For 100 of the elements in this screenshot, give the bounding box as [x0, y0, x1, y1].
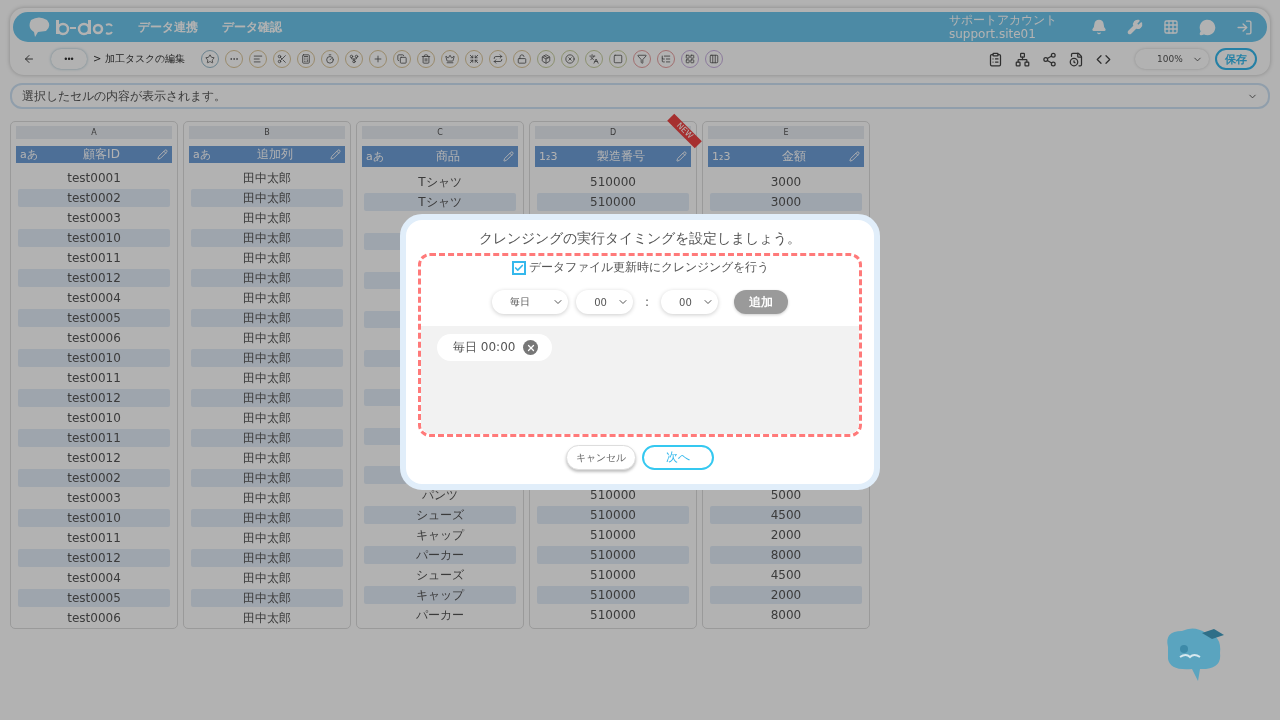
- table-cell: 田中太郎: [191, 309, 343, 327]
- column-header[interactable]: 1₂3 製造番号: [535, 146, 691, 168]
- pencil-icon[interactable]: [849, 151, 860, 163]
- chat-icon[interactable]: [1199, 18, 1216, 36]
- table-cell: 田中太郎: [191, 549, 343, 567]
- table-cell-text: 2000: [769, 526, 803, 544]
- table-cell: test0002: [18, 189, 170, 207]
- pencil-icon[interactable]: [676, 151, 687, 163]
- column-letter: E: [708, 126, 864, 139]
- table-cell-text: 510000: [589, 526, 637, 544]
- cell-content-field[interactable]: 選択したセルの内容が表示されます。: [10, 83, 1270, 109]
- save-button[interactable]: 保存: [1215, 48, 1257, 70]
- table-cell: test0005: [18, 589, 170, 607]
- table-cell: test0002: [18, 469, 170, 487]
- type-label: aあ: [193, 147, 212, 162]
- table-cell: 田中太郎: [191, 189, 343, 207]
- table-cell: test0010: [18, 229, 170, 247]
- table-cell: test0005: [18, 309, 170, 327]
- table-cell: test0011: [18, 429, 170, 447]
- clipboard-icon[interactable]: [988, 51, 1003, 67]
- column-header[interactable]: aあ 商品: [362, 146, 518, 168]
- nav-link[interactable]: データ確認: [222, 18, 282, 36]
- type-label: 1₂3: [712, 150, 732, 164]
- table-cell: test0012: [18, 389, 170, 407]
- cancel-button[interactable]: キャンセル: [566, 445, 636, 470]
- column-name: 追加列: [255, 146, 294, 163]
- logo-icon: [27, 17, 51, 37]
- table-cell-text: 田中太郎: [242, 530, 292, 547]
- table-cell: test0010: [18, 509, 170, 527]
- column-name: 顧客ID: [82, 146, 121, 163]
- logout-icon[interactable]: [1236, 18, 1253, 36]
- back-arrow-icon[interactable]: [23, 53, 35, 65]
- table-cell: 田中太郎: [191, 469, 343, 487]
- share-icon[interactable]: [1042, 51, 1057, 67]
- table-cell-text: test0004: [66, 570, 122, 587]
- table-cell-text: 田中太郎: [242, 570, 292, 587]
- menu-button[interactable]: •••: [51, 49, 87, 69]
- table-cell: 8000: [710, 545, 862, 564]
- checkbox[interactable]: [511, 260, 526, 275]
- table-cell: キャップ: [364, 585, 516, 604]
- logo-wordmark-drawing: [54, 17, 114, 37]
- type-label: aあ: [366, 149, 385, 165]
- table-cell-text: 田中太郎: [242, 370, 292, 387]
- table-cell-text: test0011: [66, 530, 122, 547]
- table-cell: 田中太郎: [191, 389, 343, 407]
- type-label: 1₂3: [539, 150, 559, 164]
- table-cell: 田中太郎: [191, 229, 343, 247]
- schedule-text: 毎日 00:00: [453, 339, 516, 356]
- column-header[interactable]: aあ 顧客ID: [16, 146, 172, 163]
- remove-icon[interactable]: [523, 340, 539, 355]
- type-label: aあ: [20, 147, 39, 162]
- table-cell: 田中太郎: [191, 349, 343, 367]
- wrench-icon[interactable]: [1127, 19, 1143, 35]
- time-select[interactable]: 00: [576, 290, 633, 314]
- table-cell-text: パンツ: [421, 486, 459, 504]
- zoom-select[interactable]: 100%: [1135, 49, 1209, 69]
- table-cell: シューズ: [364, 505, 516, 524]
- table-cell-text: Tシャツ: [417, 174, 463, 192]
- table-cell: Tシャツ: [364, 193, 516, 212]
- table-cell: 2000: [710, 585, 862, 604]
- table-cell-text: 3000: [769, 174, 803, 192]
- table-cell-text: test0003: [66, 490, 122, 507]
- table-cell-text: 田中太郎: [242, 290, 292, 307]
- table-cell: 田中太郎: [191, 429, 343, 447]
- table-cell: test0010: [18, 349, 170, 367]
- table-cell-text: test0001: [66, 170, 122, 187]
- table-cell-text: 田中太郎: [242, 610, 292, 627]
- table-cell: 3000: [710, 193, 862, 212]
- time-select[interactable]: 00: [661, 290, 718, 314]
- table-cell-text: 4500: [769, 566, 803, 584]
- file-refresh-icon[interactable]: [1069, 51, 1084, 67]
- pencil-icon[interactable]: [157, 149, 168, 160]
- bell-icon[interactable]: [1091, 19, 1107, 35]
- column-letter: A: [16, 126, 172, 139]
- nav-link[interactable]: データ連携: [138, 18, 198, 36]
- table-cell-text: test0004: [66, 290, 122, 307]
- column-letter: B: [189, 126, 345, 139]
- pencil-icon[interactable]: [330, 149, 341, 160]
- table-cell-text: 510000: [589, 174, 637, 192]
- table-cell: 田中太郎: [191, 269, 343, 287]
- time-select[interactable]: 毎日: [492, 290, 569, 314]
- table-cell-text: 田中太郎: [242, 450, 292, 467]
- column-name: 商品: [434, 148, 461, 166]
- column-letter: C: [362, 126, 518, 139]
- table-cell: 4500: [710, 505, 862, 524]
- table-cell: 510000: [537, 505, 689, 524]
- column-header[interactable]: aあ 追加列: [189, 146, 345, 163]
- table-cell-text: パーカー: [415, 606, 465, 624]
- table-cell-text: 田中太郎: [242, 170, 292, 187]
- table-cell-text: test0010: [66, 410, 122, 427]
- table-cell-text: 田中太郎: [242, 250, 292, 267]
- next-button[interactable]: 次へ: [642, 445, 714, 470]
- pencil-icon[interactable]: [503, 151, 514, 163]
- table-cell-text: test0006: [66, 610, 122, 627]
- apps-grid-icon[interactable]: [1163, 19, 1179, 35]
- network-icon[interactable]: [1015, 51, 1030, 67]
- table-cell: 田中太郎: [191, 589, 343, 607]
- account-id: support.site01: [949, 27, 1037, 41]
- table-cell: 510000: [537, 193, 689, 212]
- column-header[interactable]: 1₂3 金額: [708, 146, 864, 168]
